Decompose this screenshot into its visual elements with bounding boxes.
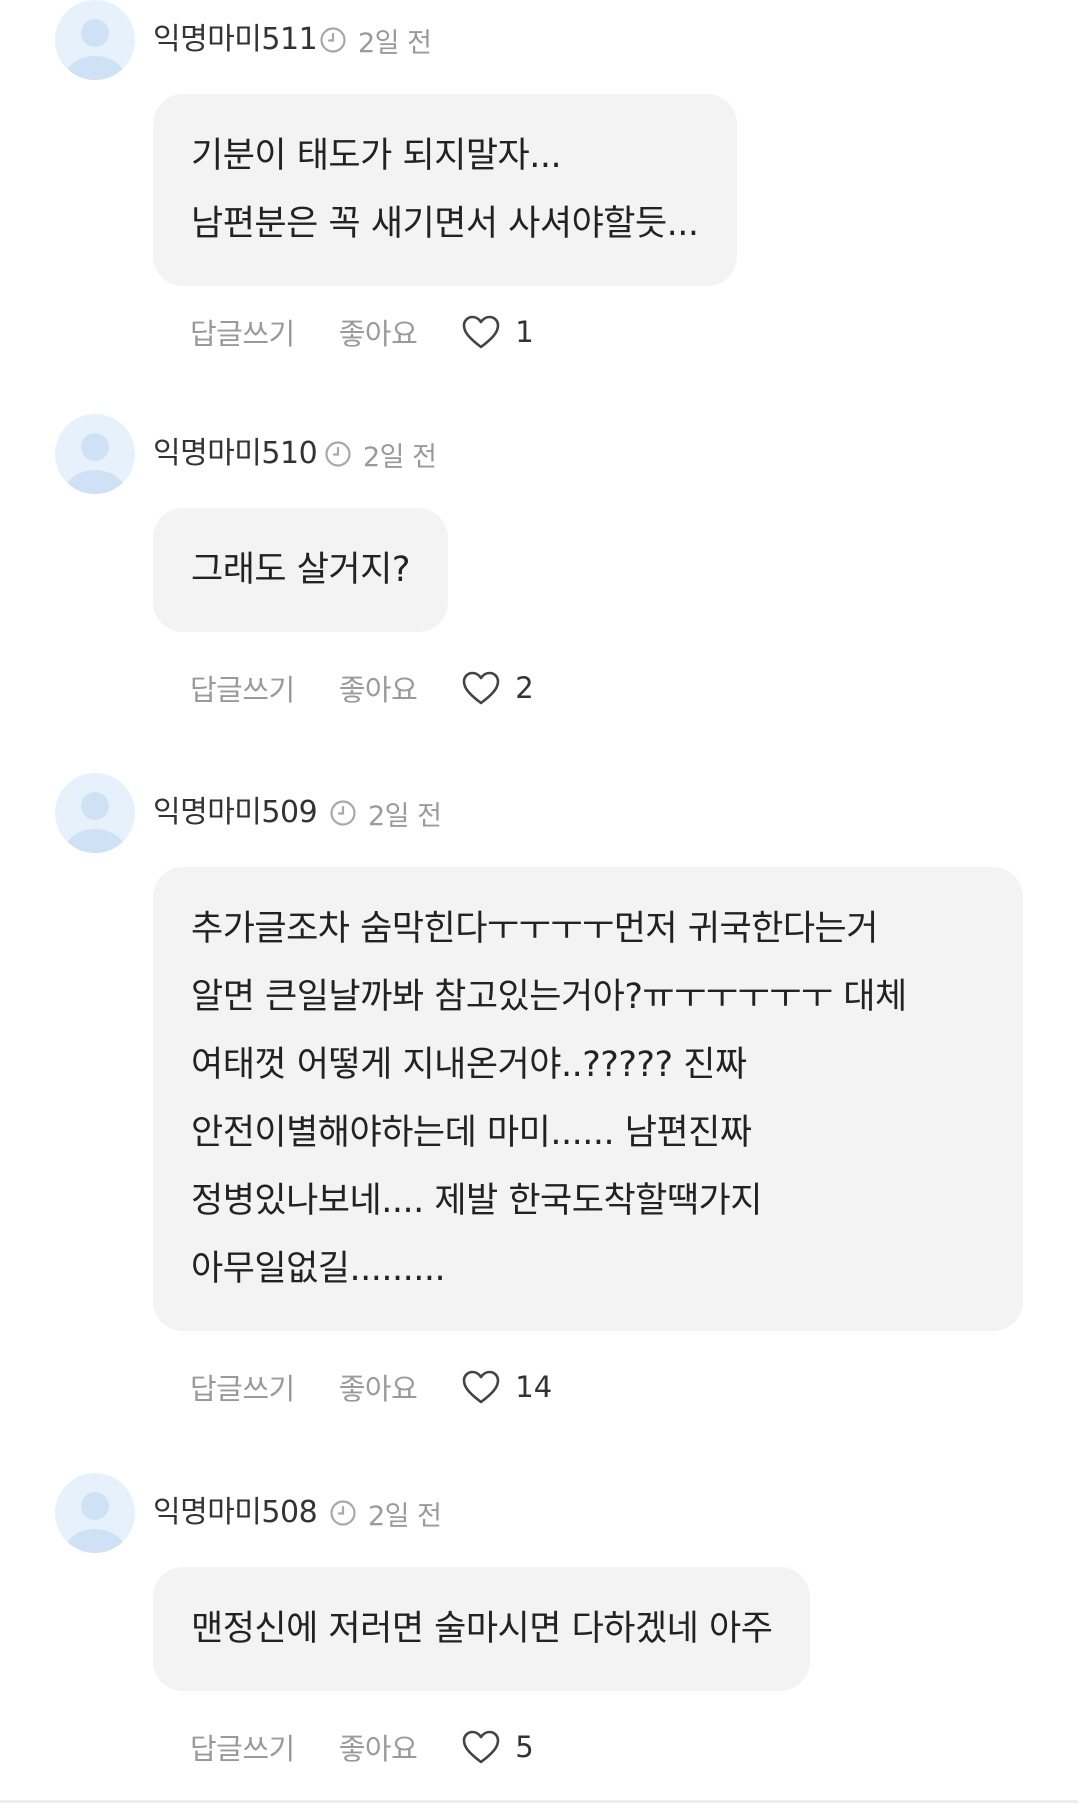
comment-text-line: 알면 큰일날까봐 참고있는거아?ㅠㅜㅜㅜㅜㅜ 대체 (191, 977, 907, 1017)
heart-outline-icon (462, 315, 500, 349)
comment-time: 2일 전 (328, 791, 442, 835)
comment-time-text: 2일 전 (368, 800, 442, 832)
heart-outline-icon (462, 1370, 500, 1404)
clock-icon (330, 1500, 356, 1526)
avatar[interactable] (55, 0, 135, 80)
reply-button[interactable]: 답글쓰기 (190, 667, 295, 709)
comment-time: 2일 전 (318, 18, 432, 62)
comment-author[interactable]: 익명마미510 (153, 432, 318, 476)
comment-author[interactable]: 익명마미509 (153, 791, 318, 835)
like-count: 14 (515, 1370, 553, 1404)
reply-button[interactable]: 답글쓰기 (190, 1726, 295, 1768)
reply-button[interactable]: 답글쓰기 (190, 1366, 295, 1408)
comment-time-text: 2일 전 (358, 27, 432, 59)
clock-icon (330, 800, 356, 826)
divider (0, 1800, 1078, 1803)
comment-text-line: 추가글조차 숨막힌다ㅜㅜㅜㅜ먼저 귀국한다는거 (191, 909, 878, 949)
default-avatar-icon (65, 19, 125, 80)
clock-icon (325, 441, 351, 467)
comment-actions: 답글쓰기 좋아요 14 (190, 1365, 552, 1409)
default-avatar-icon (65, 792, 125, 853)
like-text-button[interactable]: 좋아요 (339, 311, 418, 353)
comment-time: 2일 전 (328, 1491, 442, 1535)
comment-text-line: 그래도 살거지? (191, 550, 410, 590)
comment-actions: 답글쓰기 좋아요 2 (190, 666, 534, 710)
like-count: 2 (515, 671, 534, 705)
like-count: 1 (515, 315, 534, 349)
reply-button[interactable]: 답글쓰기 (190, 311, 295, 353)
comment-time-text: 2일 전 (363, 441, 437, 473)
comment-text-line: 맨정신에 저러면 술마시면 다하겠네 아주 (191, 1609, 773, 1649)
like-count: 5 (515, 1730, 534, 1764)
comment-text-line: 아무일없길......... (191, 1249, 446, 1289)
comment-author[interactable]: 익명마미511 (153, 18, 318, 62)
like-text-button[interactable]: 좋아요 (339, 1366, 418, 1408)
comment-actions: 답글쓰기 좋아요 5 (190, 1725, 534, 1769)
comment-author[interactable]: 익명마미508 (153, 1491, 318, 1535)
avatar[interactable] (55, 414, 135, 494)
default-avatar-icon (65, 433, 125, 494)
heart-outline-icon (462, 671, 500, 705)
clock-icon (320, 27, 346, 53)
comment-text-line: 남편분은 꼭 새기면서 사셔야할듯... (191, 204, 699, 244)
like-button[interactable]: 2 (461, 670, 534, 706)
comment-text-line: 정병있나보네.... 제발 한국도착할땍가지 (191, 1181, 762, 1221)
comment-text-line: 여태껏 어떻게 지내온거야..????? 진짜 (191, 1045, 747, 1085)
like-button[interactable]: 14 (461, 1369, 552, 1405)
comment-actions: 답글쓰기 좋아요 1 (190, 310, 534, 354)
like-text-button[interactable]: 좋아요 (339, 667, 418, 709)
comment-bubble: 맨정신에 저러면 술마시면 다하겠네 아주 (153, 1567, 811, 1691)
avatar[interactable] (55, 1473, 135, 1553)
comment-bubble: 추가글조차 숨막힌다ㅜㅜㅜㅜ먼저 귀국한다는거 알면 큰일날까봐 참고있는거아?… (153, 867, 1023, 1331)
like-button[interactable]: 1 (461, 314, 534, 350)
like-button[interactable]: 5 (461, 1729, 534, 1765)
default-avatar-icon (65, 1492, 125, 1553)
avatar[interactable] (55, 773, 135, 853)
comment-time-text: 2일 전 (368, 1500, 442, 1532)
comment-bubble: 그래도 살거지? (153, 508, 448, 632)
comment-bubble: 기분이 태도가 되지말자... 남편분은 꼭 새기면서 사셔야할듯... (153, 94, 737, 286)
comment-time: 2일 전 (323, 432, 437, 476)
comment-text-line: 안전이별해야하는데 마미...... 남편진짜 (191, 1113, 752, 1153)
heart-outline-icon (462, 1730, 500, 1764)
comment-text-line: 기분이 태도가 되지말자... (191, 136, 562, 176)
like-text-button[interactable]: 좋아요 (339, 1726, 418, 1768)
